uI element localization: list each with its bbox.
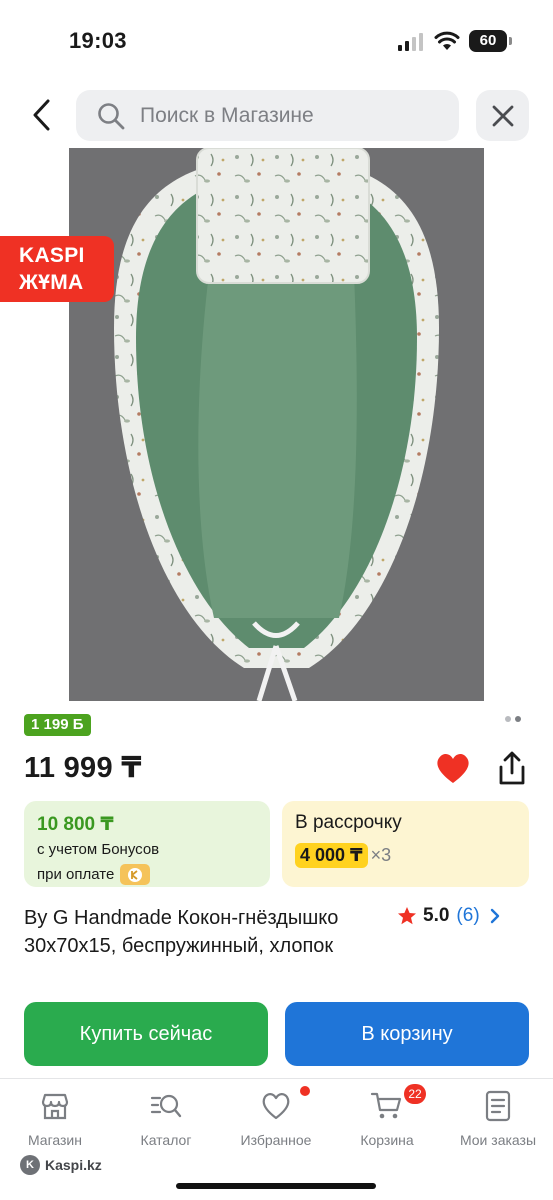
search-bar[interactable] xyxy=(76,90,459,141)
rating-link[interactable]: 5.0 (6) xyxy=(397,904,500,928)
tab-label-store: Магазин xyxy=(27,1132,82,1148)
search-input[interactable] xyxy=(140,103,420,128)
tab-label-orders: Мои заказы xyxy=(459,1132,537,1148)
heart-filled-icon xyxy=(437,753,469,783)
tab-label-favorites: Избранное xyxy=(240,1132,312,1148)
tab-catalog[interactable]: Каталог xyxy=(111,1089,221,1148)
bonus-price-card[interactable]: 10 800 ₸ с учетом Бонусов при оплате xyxy=(24,801,270,887)
cart-icon xyxy=(370,1092,402,1119)
chevron-left-icon xyxy=(33,99,50,131)
pager-dot-active xyxy=(515,716,521,722)
kaspi-logo-icon: K xyxy=(20,1155,40,1175)
wifi-icon xyxy=(434,31,460,50)
catalog-search-icon xyxy=(150,1094,182,1118)
status-time: 19:03 xyxy=(69,28,127,53)
promo-badge-line1: KASPI xyxy=(19,244,85,267)
installment-multiplier: ×3 xyxy=(370,845,392,865)
tab-orders[interactable]: Мои заказы xyxy=(443,1089,553,1148)
tab-favorites[interactable]: Избранное xyxy=(221,1089,331,1148)
store-icon xyxy=(41,1093,69,1120)
tab-store[interactable]: Магазин xyxy=(0,1089,110,1148)
rating-score: 5.0 xyxy=(423,905,450,926)
buy-now-button[interactable]: Купить сейчас xyxy=(24,1002,268,1066)
kaspi-brand: K Kaspi.kz xyxy=(20,1155,102,1175)
kaspi-pay-icon xyxy=(120,864,151,885)
tab-cart[interactable]: Корзина xyxy=(332,1089,442,1148)
product-price: 11 999 ₸ xyxy=(24,752,142,784)
pager-dot xyxy=(505,716,511,722)
close-search-button[interactable] xyxy=(476,90,529,141)
share-button[interactable] xyxy=(493,750,531,788)
installment-label: В рассрочку xyxy=(295,812,402,833)
installment-amount: 4 000 ₸ xyxy=(295,843,368,868)
bonus-price-amount: 10 800 ₸ xyxy=(37,814,114,835)
cellular-signal-icon xyxy=(398,33,423,51)
bottom-tab-bar: Магазин Каталог Избранное Корзина 22 Мои… xyxy=(0,1078,553,1200)
bonus-price-line2: при оплате xyxy=(37,865,115,883)
bonus-chip: 1 199 Б xyxy=(24,714,91,736)
status-bar: 19:03 60 xyxy=(0,0,553,80)
star-icon xyxy=(398,907,416,925)
tab-label-cart: Корзина xyxy=(360,1132,414,1148)
home-indicator xyxy=(176,1183,376,1189)
back-button[interactable] xyxy=(22,92,62,138)
promo-badge-line2: ЖҰМА xyxy=(19,271,84,294)
share-icon xyxy=(499,751,525,785)
product-title: By G Handmade Кокон-гнёздышко 30x70x15, … xyxy=(24,907,339,957)
installment-card[interactable]: В рассрочку 4 000 ₸ ×3 xyxy=(282,801,529,887)
baby-nest-photo xyxy=(69,148,484,701)
heart-icon xyxy=(262,1093,290,1120)
search-icon xyxy=(98,102,125,129)
brand-name: Kaspi.kz xyxy=(45,1157,102,1173)
orders-icon xyxy=(485,1090,511,1122)
close-icon xyxy=(492,105,513,126)
kaspi-zhuma-promo-badge: KASPI ЖҰМА xyxy=(0,236,114,302)
bonus-price-line1: с учетом Бонусов xyxy=(37,841,160,858)
favorites-notification-dot xyxy=(300,1086,310,1096)
rating-count: (6) xyxy=(456,905,480,926)
cart-count-badge: 22 xyxy=(404,1084,426,1104)
tab-label-catalog: Каталог xyxy=(140,1132,192,1148)
battery-indicator: 60 xyxy=(469,30,512,52)
chevron-right-icon xyxy=(490,908,499,924)
product-image[interactable] xyxy=(69,148,484,701)
favorite-button[interactable] xyxy=(434,750,472,786)
add-to-cart-button[interactable]: В корзину xyxy=(285,1002,529,1066)
gallery-pager xyxy=(505,716,521,722)
